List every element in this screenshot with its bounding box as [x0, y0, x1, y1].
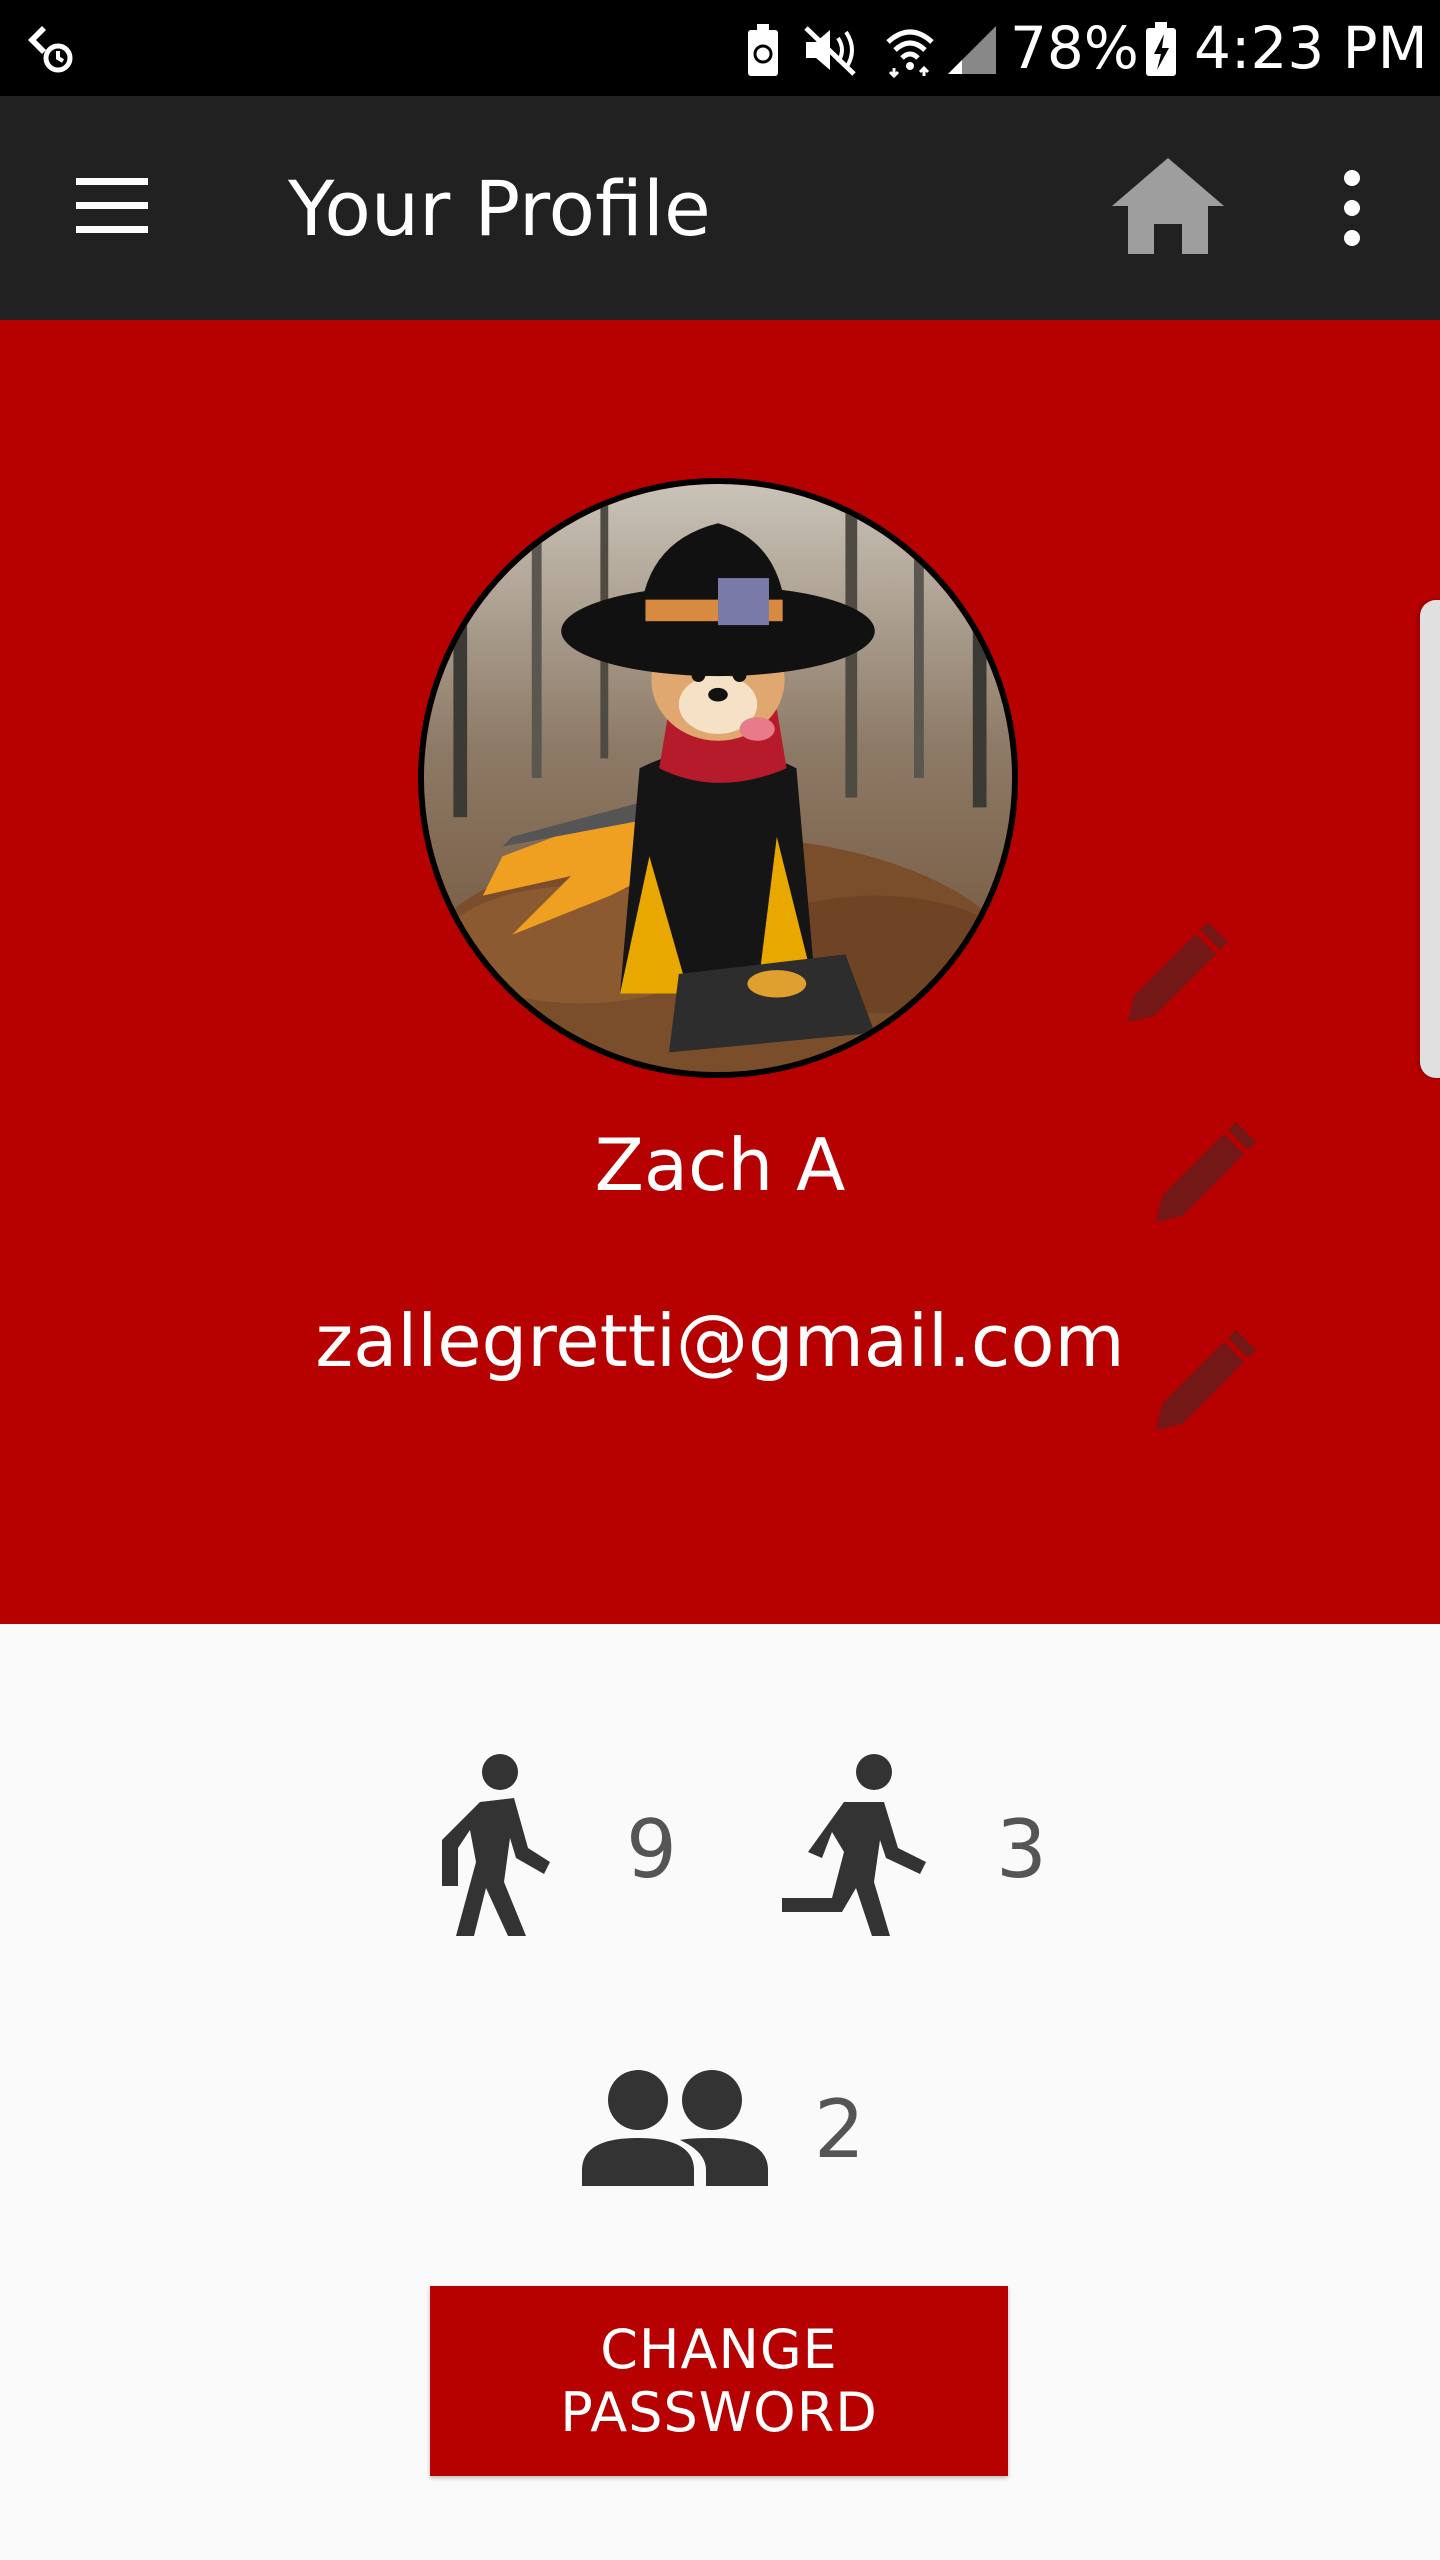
page-title: Your Profile [288, 164, 711, 253]
running-count: 3 [996, 1803, 1047, 1896]
home-button[interactable] [1108, 154, 1228, 258]
profile-header: Zach A zallegretti@gmail.com [0, 320, 1440, 1624]
avatar[interactable] [418, 478, 1018, 1078]
edit-avatar-icon[interactable] [1118, 920, 1230, 1032]
signal-icon [948, 26, 996, 74]
friends-icon [582, 2070, 768, 2186]
hamburger-menu-icon [76, 178, 148, 233]
hamburger-menu-button[interactable] [48, 162, 176, 254]
avatar-image [424, 484, 1012, 1072]
battery-saver-icon [748, 24, 778, 76]
app-bar: Your Profile [0, 96, 1440, 320]
walking-icon [442, 1754, 550, 1936]
more-options-button[interactable] [1320, 162, 1384, 254]
mute-icon [804, 26, 856, 76]
battery-percentage: 78% [1010, 14, 1139, 82]
sync-icon [28, 26, 73, 73]
more-vert-icon [1344, 170, 1360, 246]
side-drawer-handle[interactable] [1420, 600, 1440, 1078]
change-password-button[interactable]: CHANGE PASSWORD [430, 2286, 1008, 2476]
home-icon [1112, 158, 1224, 254]
profile-name: Zach A [594, 1123, 846, 1207]
status-bar: 78% 4:23 PM [0, 0, 1440, 96]
running-icon [782, 1754, 926, 1936]
wifi-icon [886, 29, 934, 78]
friends-count: 2 [814, 2083, 865, 2176]
profile-email: zallegretti@gmail.com [315, 1299, 1125, 1383]
walking-count: 9 [626, 1803, 677, 1896]
clock: 4:23 PM [1194, 14, 1428, 82]
battery-charging-icon [1146, 22, 1176, 76]
